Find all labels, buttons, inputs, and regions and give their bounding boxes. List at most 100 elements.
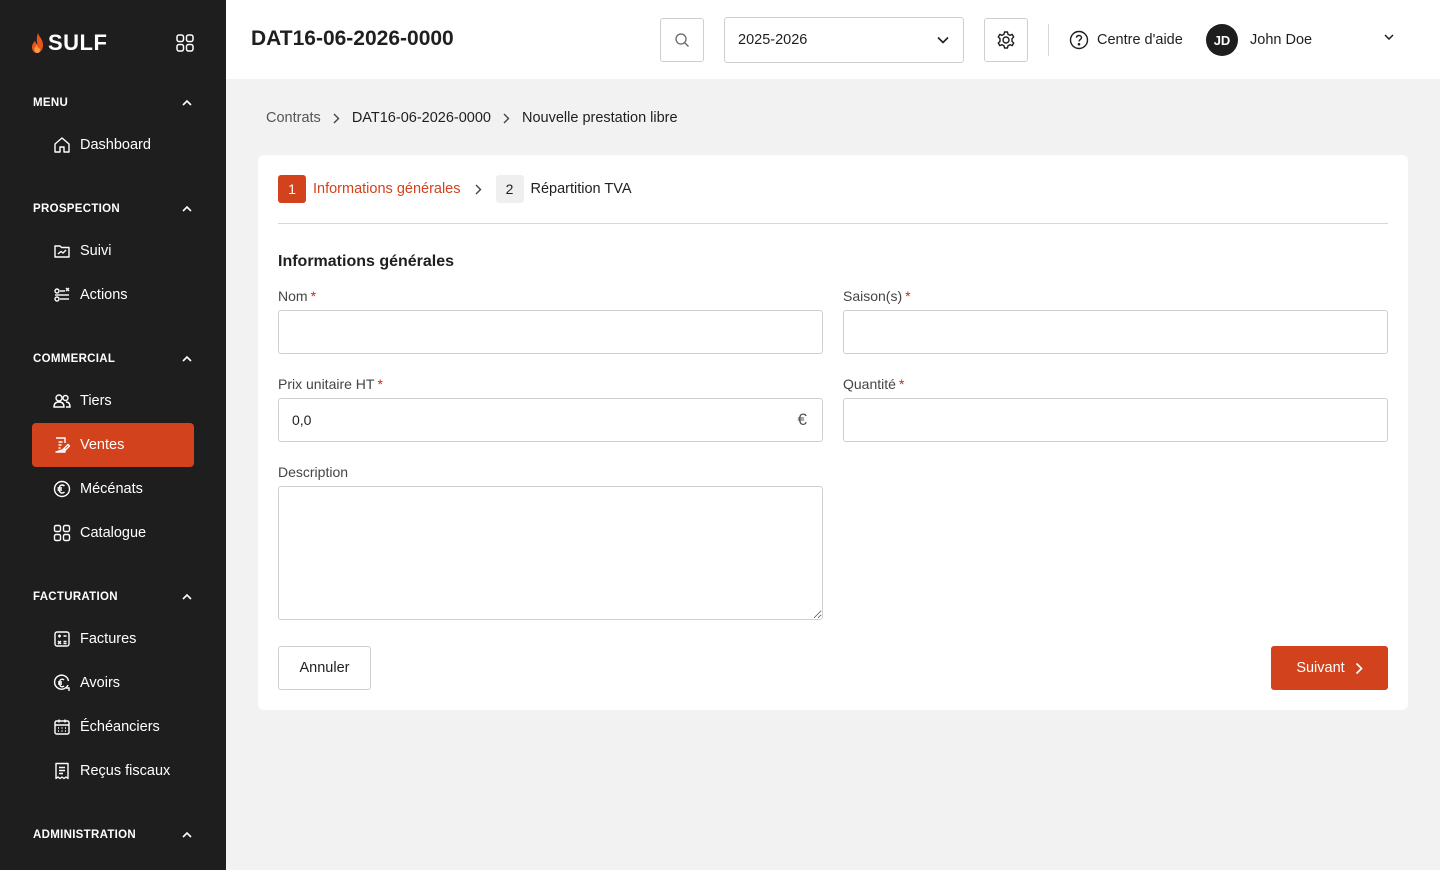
section-menu-toggle[interactable]: MENU (33, 93, 193, 113)
sidebar-item-label: Avoirs (80, 675, 121, 691)
sidebar: SULF MENU Dashboard PROSPECTION Suivi Ac… (0, 0, 226, 870)
sidebar-header: SULF (30, 28, 196, 58)
sidebar-partial-icon (53, 864, 69, 870)
users-icon (52, 391, 72, 411)
step-informations-generales[interactable]: 1 Informations générales (278, 175, 461, 203)
avatar: JD (1206, 24, 1238, 56)
section-administration-toggle[interactable]: ADMINISTRATION (33, 825, 193, 845)
help-center-link[interactable]: Centre d'aide (1069, 28, 1183, 52)
divider (278, 223, 1388, 224)
logo-text: SULF (48, 30, 108, 55)
sidebar-item-label: Dashboard (80, 137, 151, 153)
quantite-label-text: Quantité (843, 376, 896, 392)
actions-icon (52, 285, 72, 305)
prix-label: Prix unitaire HT * (278, 376, 383, 392)
sidebar-item-ventes[interactable]: Ventes (32, 423, 194, 467)
step-number: 2 (495, 175, 524, 203)
section-title: FACTURATION (33, 591, 118, 603)
next-button[interactable]: Suivant (1271, 646, 1388, 690)
breadcrumb-contract[interactable]: DAT16-06-2026-0000 (352, 110, 491, 126)
sidebar-item-actions[interactable]: Actions (32, 273, 194, 317)
chevron-up-icon (181, 353, 193, 365)
chevron-up-icon (181, 97, 193, 109)
cancel-button[interactable]: Annuler (278, 646, 371, 690)
stepper: 1 Informations générales 2 Répartition T… (278, 175, 632, 203)
description-label: Description (278, 464, 348, 480)
sidebar-item-mecenats[interactable]: Mécénats (32, 467, 194, 511)
required-mark: * (310, 288, 317, 304)
sidebar-item-avoirs[interactable]: Avoirs (32, 661, 194, 705)
step-label: Répartition TVA (530, 181, 632, 197)
section-title: MENU (33, 97, 69, 109)
season-select[interactable]: 2025-2026 (724, 17, 964, 63)
sidebar-item-suivi[interactable]: Suivi (32, 229, 194, 273)
chevron-down-icon (937, 36, 949, 44)
breadcrumb: Contrats DAT16-06-2026-0000 Nouvelle pre… (266, 108, 678, 128)
document-edit-icon (52, 435, 72, 455)
saisons-label-text: Saison(s) (843, 288, 903, 304)
sidebar-item-dashboard[interactable]: Dashboard (32, 123, 194, 167)
breadcrumb-contrats[interactable]: Contrats (266, 110, 321, 126)
chevron-right-icon (503, 113, 510, 124)
section-title: ADMINISTRATION (33, 829, 137, 841)
required-mark: * (377, 376, 383, 392)
gear-icon (997, 31, 1015, 49)
description-textarea[interactable] (278, 486, 823, 620)
step-label: Informations générales (313, 181, 461, 197)
sidebar-item-tiers[interactable]: Tiers (32, 379, 194, 423)
section-commercial-toggle[interactable]: COMMERCIAL (33, 349, 193, 369)
section-facturation-toggle[interactable]: FACTURATION (33, 587, 193, 607)
prix-field: € (278, 398, 823, 442)
calculator-icon (52, 629, 72, 649)
page-title: DAT16-06-2026-0000 (251, 27, 454, 50)
prix-input[interactable] (278, 398, 823, 442)
step-number: 1 (278, 175, 306, 203)
sidebar-item-label: Factures (80, 631, 137, 647)
next-button-label: Suivant (1296, 660, 1345, 676)
nom-label-text: Nom (278, 288, 308, 304)
section-prospection-toggle[interactable]: PROSPECTION (33, 199, 193, 219)
required-mark: * (905, 288, 911, 304)
section-title: COMMERCIAL (33, 353, 116, 365)
form-card: 1 Informations générales 2 Répartition T… (258, 155, 1408, 710)
grid-icon (52, 523, 72, 543)
chevron-up-icon (181, 829, 193, 841)
logo[interactable]: SULF (30, 30, 107, 56)
chevron-right-icon (1355, 662, 1363, 674)
sidebar-item-label: Mécénats (80, 481, 143, 497)
help-center-label: Centre d'aide (1097, 32, 1183, 48)
nom-input[interactable] (278, 310, 823, 354)
divider (1048, 24, 1049, 56)
search-icon (675, 33, 689, 47)
euro-refund-icon (52, 673, 72, 693)
home-icon (52, 135, 72, 155)
sidebar-item-catalogue[interactable]: Catalogue (32, 511, 194, 555)
calendar-icon (52, 717, 72, 737)
top-bar: DAT16-06-2026-0000 2025-2026 Centre d'ai… (226, 0, 1440, 79)
quantite-label: Quantité * (843, 376, 904, 392)
nom-label: Nom * (278, 288, 316, 304)
settings-button[interactable] (984, 18, 1028, 62)
breadcrumb-current: Nouvelle prestation libre (522, 110, 678, 126)
saisons-input[interactable] (843, 310, 1388, 354)
receipt-icon (52, 761, 72, 781)
form-title: Informations générales (278, 253, 455, 270)
sidebar-item-echeanciers[interactable]: Échéanciers (32, 705, 194, 749)
required-mark: * (898, 376, 905, 392)
apps-grid-icon[interactable] (174, 32, 196, 54)
sidebar-item-recus-fiscaux[interactable]: Reçus fiscaux (32, 749, 194, 793)
saisons-label: Saison(s) * (843, 288, 911, 304)
chevron-right-icon (475, 184, 482, 195)
search-button[interactable] (660, 18, 704, 62)
sidebar-item-factures[interactable]: Factures (32, 617, 194, 661)
chevron-up-icon (181, 591, 193, 603)
euro-icon: € (797, 410, 807, 429)
chevron-right-icon (333, 113, 340, 124)
sidebar-item-label: Échéanciers (80, 719, 160, 735)
chevron-down-icon (1384, 34, 1394, 40)
user-menu[interactable]: JD John Doe (1206, 24, 1406, 56)
sidebar-item-label: Ventes (80, 437, 125, 453)
user-name: John Doe (1250, 32, 1313, 48)
quantite-input[interactable] (843, 398, 1388, 442)
step-repartition-tva[interactable]: 2 Répartition TVA (495, 175, 632, 203)
